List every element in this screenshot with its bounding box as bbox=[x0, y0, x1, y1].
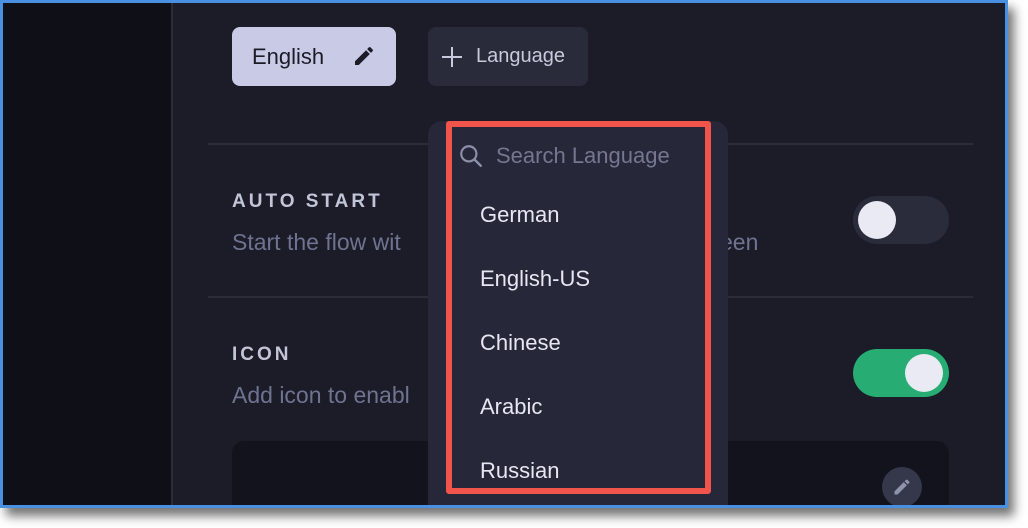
app-window: English Language AUTO START Start the fl… bbox=[0, 0, 1008, 508]
language-chip-english[interactable]: English bbox=[232, 27, 396, 86]
pencil-icon[interactable] bbox=[352, 44, 376, 68]
toggle-knob bbox=[905, 354, 943, 392]
highlight-box bbox=[446, 121, 711, 494]
icon-section-description: Add icon to enabl bbox=[232, 382, 410, 408]
icon-section-title: ICON bbox=[232, 344, 292, 365]
plus-icon bbox=[442, 46, 462, 67]
left-sidebar bbox=[3, 3, 173, 505]
icon-toggle[interactable] bbox=[853, 349, 949, 397]
auto-start-title: AUTO START bbox=[232, 191, 383, 212]
add-language-button[interactable]: Language bbox=[428, 27, 588, 86]
pencil-icon bbox=[894, 479, 910, 495]
auto-start-toggle[interactable] bbox=[853, 196, 949, 244]
edit-icon-button[interactable] bbox=[882, 467, 922, 505]
toggle-knob bbox=[858, 201, 896, 239]
add-language-label: Language bbox=[476, 45, 565, 67]
language-chip-label: English bbox=[252, 43, 325, 69]
auto-start-description: Start the flow wit bbox=[232, 229, 401, 255]
